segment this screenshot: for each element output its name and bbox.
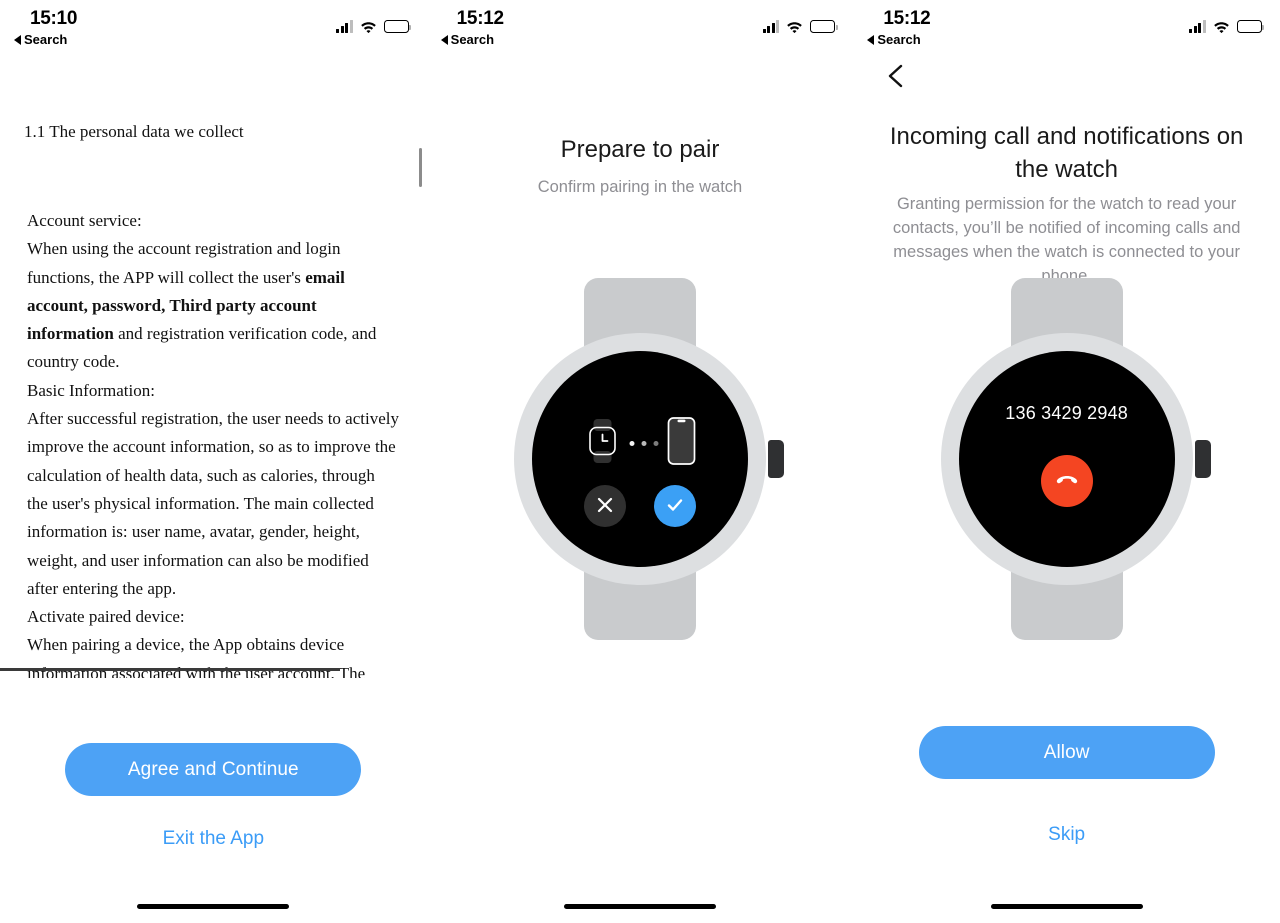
back-button[interactable] — [880, 60, 912, 92]
privacy-policy-body: Account service: When using the account … — [27, 207, 399, 678]
activate-paired-device-label: Activate paired device: — [27, 607, 185, 627]
screen-contacts-permission: 15:12 Search Incoming call and notificat… — [853, 0, 1280, 923]
wifi-icon — [1213, 20, 1230, 34]
account-service-label: Account service: — [27, 211, 142, 230]
account-service-text-part1: When using the account registration and … — [27, 239, 341, 287]
chevron-left-icon — [880, 64, 912, 96]
screenshot-triptych: 15:10 Search 1.1 The personal data we co… — [0, 0, 1280, 923]
cellular-signal-icon — [762, 20, 780, 33]
cellular-signal-icon — [1189, 20, 1206, 33]
basic-information-text: After successful registration, the user … — [27, 409, 399, 598]
privacy-policy-heading: 1.1 The personal data we collect — [24, 122, 244, 141]
status-bar-back-to-search[interactable]: Search — [867, 32, 921, 47]
home-indicator — [990, 903, 1143, 909]
page-title: Prepare to pair — [560, 136, 720, 163]
page-title: Incoming call and notifications on the w… — [889, 123, 1244, 183]
wifi-icon — [786, 20, 803, 34]
pairing-graphic — [584, 417, 696, 470]
wifi-icon — [360, 20, 377, 34]
phone-icon — [667, 417, 696, 470]
status-bar-back-to-search[interactable]: Search — [440, 32, 495, 47]
status-bar: 15:10 Search — [0, 0, 427, 56]
basic-information-label: Basic Information: — [27, 380, 155, 400]
status-bar-back-label: Search — [450, 32, 495, 47]
status-bar-back-label: Search — [24, 32, 68, 47]
content-clip-divider — [0, 668, 340, 671]
check-icon — [665, 495, 685, 518]
phone-hangup-icon — [1054, 467, 1080, 496]
watch-crown-button[interactable] — [767, 440, 784, 478]
vertical-scrollbar-thumb[interactable] — [419, 148, 422, 187]
back-triangle-icon — [867, 34, 875, 45]
close-icon — [596, 496, 614, 517]
confirm-pairing-button[interactable] — [653, 485, 696, 527]
battery-icon — [383, 20, 412, 33]
exit-the-app-link[interactable]: Exit the App — [163, 828, 264, 850]
status-bar-indicators — [1189, 17, 1265, 34]
agree-and-continue-button[interactable]: Agree and Continue — [65, 743, 362, 796]
status-bar-time: 15:12 — [456, 8, 504, 29]
privacy-policy-scroll-area[interactable]: 1.1 The personal data we collect Account… — [0, 118, 427, 678]
back-triangle-icon — [440, 34, 448, 45]
status-bar: 15:12 Search — [427, 0, 854, 56]
status-bar-indicators — [336, 17, 412, 34]
reject-pairing-button[interactable] — [583, 485, 626, 527]
home-indicator — [137, 903, 290, 909]
watch-screen — [531, 351, 748, 567]
hangup-call-button[interactable] — [1040, 455, 1093, 507]
screen-prepare-to-pair: 15:12 Search Prepare to pair Confirm pai… — [426, 0, 854, 923]
status-bar-indicators — [762, 17, 838, 34]
home-indicator — [563, 903, 716, 909]
status-bar-time: 15:12 — [883, 8, 931, 29]
watch-crown-button[interactable] — [1194, 440, 1211, 478]
page-subtitle: Confirm pairing in the watch — [537, 178, 743, 196]
screen-privacy-policy: 15:10 Search 1.1 The personal data we co… — [0, 0, 427, 923]
status-bar-time: 15:10 — [30, 8, 78, 29]
skip-link[interactable]: Skip — [1048, 824, 1085, 846]
cellular-signal-icon — [336, 20, 353, 33]
watch-icon — [584, 419, 620, 468]
smartwatch-illustration: 136 3429 2948 — [917, 278, 1217, 640]
activate-paired-device-text: When pairing a device, the App obtains d… — [27, 635, 366, 678]
smartwatch-illustration — [490, 278, 790, 640]
watch-screen: 136 3429 2948 — [958, 351, 1175, 567]
incoming-caller-number: 136 3429 2948 — [1005, 403, 1129, 423]
pairing-actions — [583, 485, 696, 527]
battery-icon — [810, 20, 838, 33]
status-bar-back-to-search[interactable]: Search — [14, 32, 67, 47]
connection-dots-icon — [629, 441, 659, 446]
status-bar-back-label: Search — [877, 32, 921, 47]
status-bar: 15:12 Search — [853, 0, 1280, 56]
battery-icon — [1236, 20, 1265, 33]
page-subtitle: Granting permission for the watch to rea… — [892, 195, 1241, 285]
back-triangle-icon — [14, 34, 21, 45]
allow-button[interactable]: Allow — [918, 726, 1215, 779]
